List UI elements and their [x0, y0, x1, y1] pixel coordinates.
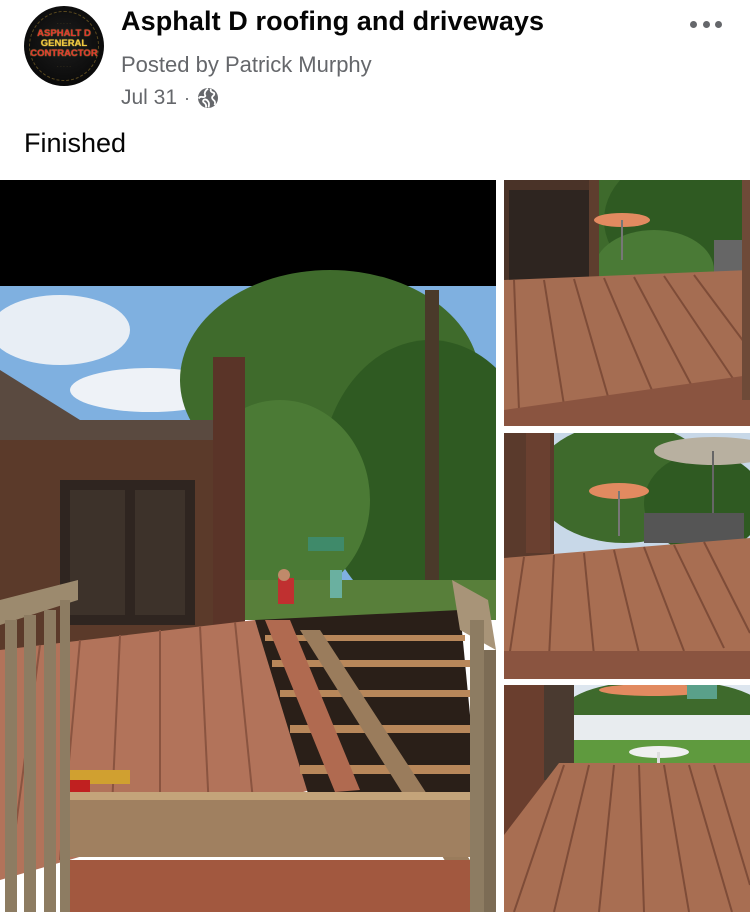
post-header: · · · · · ASPHALT D GENERAL CONTRACTOR ·… — [0, 0, 750, 120]
avatar-small-text-top: · · · · · — [57, 21, 71, 27]
more-dot — [702, 20, 710, 28]
avatar-small-text-bottom: · · · · · — [57, 64, 71, 70]
page-avatar[interactable]: · · · · · ASPHALT D GENERAL CONTRACTOR ·… — [24, 6, 104, 86]
deck-under-construction-photo[interactable] — [0, 180, 496, 912]
finished-deck-photo-2[interactable] — [504, 433, 750, 679]
post-text: Finished — [24, 128, 127, 158]
more-dot — [715, 20, 722, 28]
meta-separator: · — [184, 87, 191, 108]
globe-icon[interactable] — [197, 87, 219, 109]
post-meta: Jul 31 · — [121, 86, 219, 110]
avatar-logo-line-3: CONTRACTOR — [30, 48, 98, 59]
page-name-link[interactable]: Asphalt D roofing and driveways — [121, 6, 544, 37]
post-date-link[interactable]: Jul 31 — [121, 86, 177, 110]
more-horizontal-icon[interactable] — [688, 14, 724, 34]
finished-deck-photo-3[interactable] — [504, 685, 750, 912]
posted-by-label[interactable]: Posted by Patrick Murphy — [121, 52, 372, 78]
finished-deck-photo-1[interactable] — [504, 180, 750, 426]
more-dot — [690, 20, 697, 28]
